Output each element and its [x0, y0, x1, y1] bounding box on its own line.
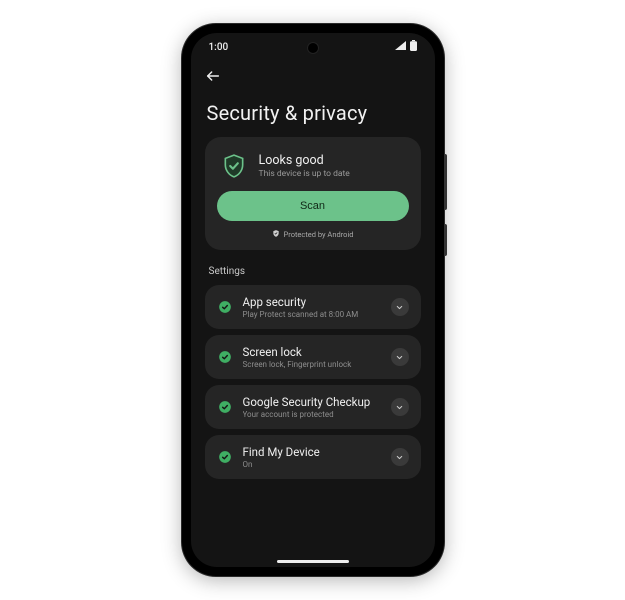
check-circle-icon — [217, 449, 233, 465]
chevron-down-icon — [395, 403, 404, 412]
expand-button[interactable] — [391, 298, 409, 316]
scan-button[interactable]: Scan — [217, 191, 409, 221]
settings-item-app-security[interactable]: App security Play Protect scanned at 8:0… — [205, 285, 421, 329]
section-label: Settings — [209, 266, 421, 277]
item-title: Find My Device — [243, 445, 381, 459]
page-title: Security & privacy — [207, 101, 421, 125]
item-title: App security — [243, 295, 381, 309]
item-title: Google Security Checkup — [243, 395, 381, 409]
check-circle-icon — [217, 399, 233, 415]
status-title: Looks good — [259, 153, 350, 168]
expand-button[interactable] — [391, 348, 409, 366]
home-indicator[interactable] — [277, 560, 349, 563]
clock: 1:00 — [209, 42, 229, 53]
item-subtitle: Screen lock, Fingerprint unlock — [243, 360, 381, 369]
item-subtitle: Play Protect scanned at 8:00 AM — [243, 310, 381, 319]
expand-button[interactable] — [391, 398, 409, 416]
settings-item-screen-lock[interactable]: Screen lock Screen lock, Fingerprint unl… — [205, 335, 421, 379]
status-subtitle: This device is up to date — [259, 169, 350, 179]
item-subtitle: On — [243, 460, 381, 469]
signal-icon — [395, 41, 406, 53]
settings-item-find-my-device[interactable]: Find My Device On — [205, 435, 421, 479]
back-icon[interactable] — [205, 68, 221, 88]
expand-button[interactable] — [391, 448, 409, 466]
settings-item-google-security-checkup[interactable]: Google Security Checkup Your account is … — [205, 385, 421, 429]
item-title: Screen lock — [243, 345, 381, 359]
protected-label: Protected by Android — [284, 230, 354, 239]
battery-icon — [410, 40, 417, 54]
shield-icon — [272, 229, 280, 240]
check-circle-icon — [217, 349, 233, 365]
front-camera — [308, 43, 318, 53]
volume-button — [444, 154, 447, 210]
item-subtitle: Your account is protected — [243, 410, 381, 419]
chevron-down-icon — [395, 303, 404, 312]
screen: 1:00 Security & privacy — [191, 33, 435, 567]
power-button — [444, 224, 447, 256]
status-card: Looks good This device is up to date Sca… — [205, 137, 421, 250]
phone-frame: 1:00 Security & privacy — [182, 24, 444, 576]
shield-check-icon — [219, 151, 249, 181]
protected-by-android: Protected by Android — [217, 229, 409, 240]
check-circle-icon — [217, 299, 233, 315]
chevron-down-icon — [395, 453, 404, 462]
chevron-down-icon — [395, 353, 404, 362]
